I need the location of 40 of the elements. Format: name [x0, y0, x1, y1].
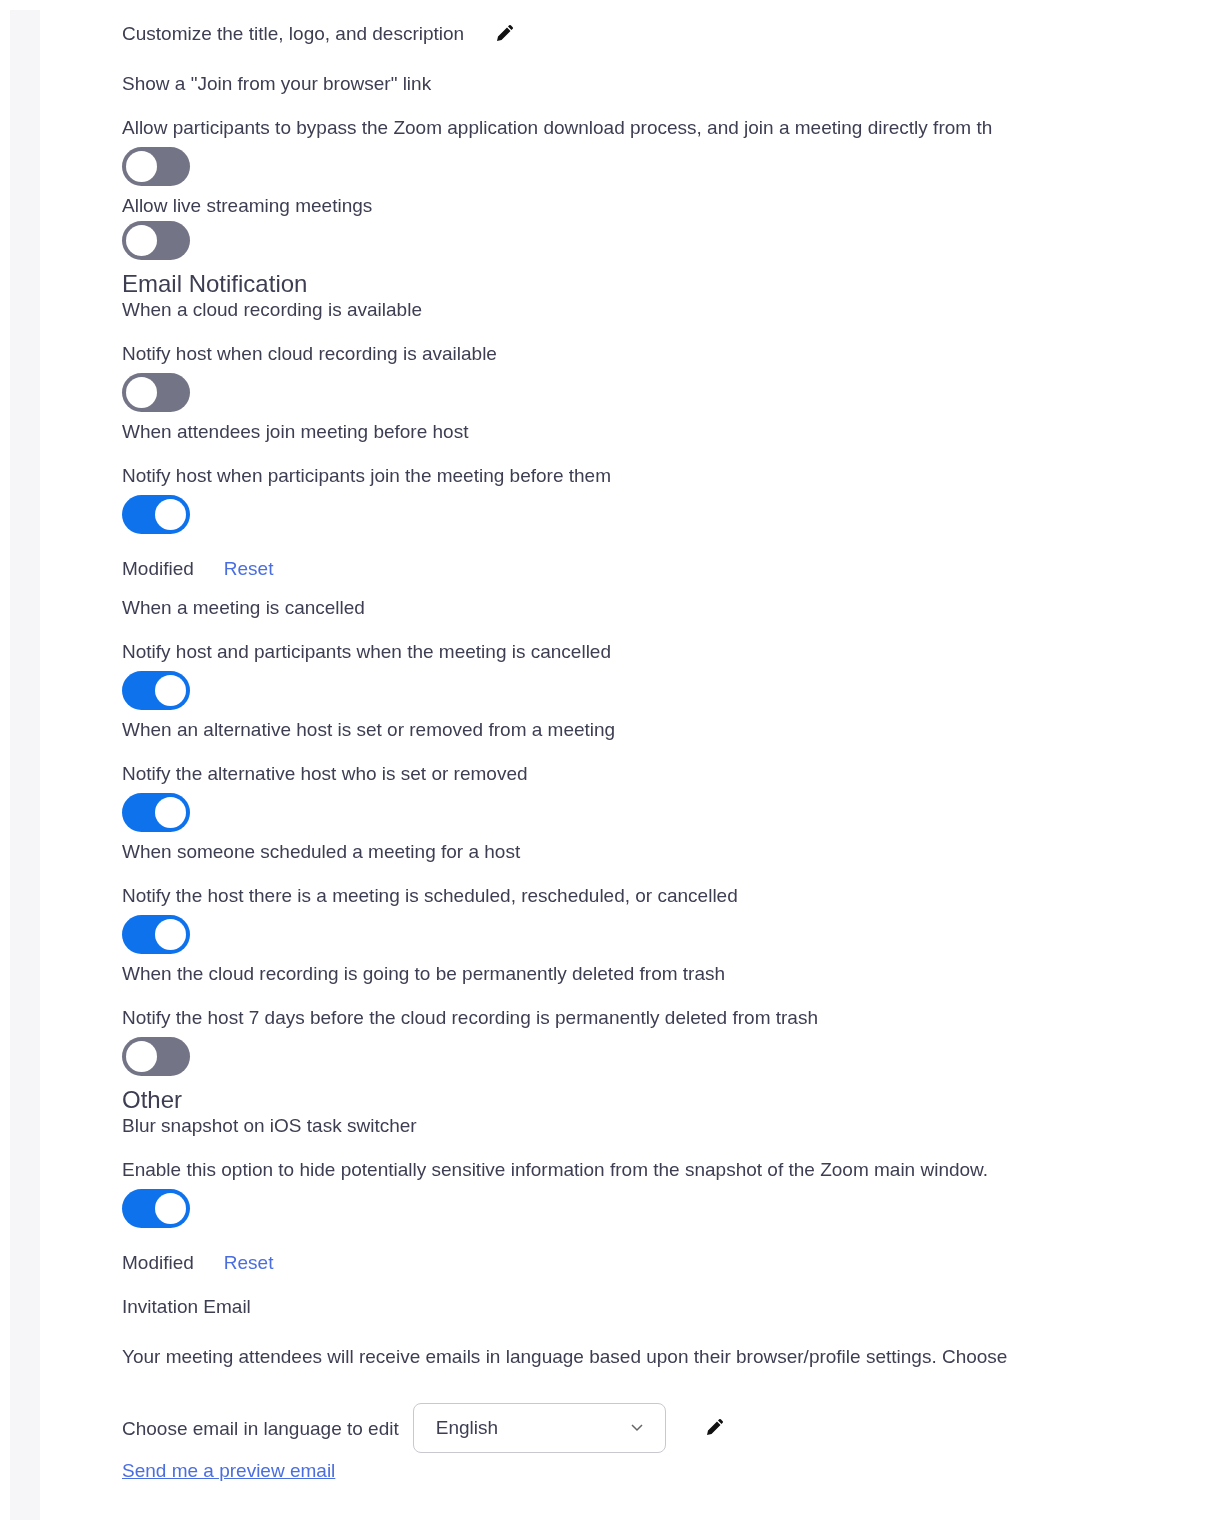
toggle-switch[interactable]: [122, 495, 190, 534]
setting-description: Notify host and participants when the meeting is cancelled: [122, 640, 612, 663]
setting-title: When attendees join meeting before host: [122, 420, 470, 443]
setting-title: When a cloud recording is available: [122, 298, 423, 321]
setting-title: When a meeting is cancelled: [122, 596, 366, 619]
toggle-switch[interactable]: [122, 671, 190, 710]
setting-description: Notify the host 7 days before the cloud recording is permanently deleted from trash: [122, 1006, 819, 1029]
setting-description: Enable this option to hide potentially sensitive information from the snapshot of the Zoom main window.: [122, 1158, 990, 1181]
setting-title: When the cloud recording is going to be permanently deleted from trash: [122, 962, 727, 985]
section-heading: Email Notification: [122, 270, 309, 298]
toggle-switch[interactable]: [122, 915, 190, 954]
setting-title: Allow live streaming meetings: [122, 194, 374, 217]
setting-description: Notify the host there is a meeting is scheduled, rescheduled, or cancelled: [122, 884, 739, 907]
modified-label: Modified: [122, 1251, 194, 1274]
reset-link[interactable]: Reset: [223, 557, 274, 580]
chevron-down-icon: [630, 1424, 643, 1432]
pencil-icon[interactable]: [494, 23, 515, 44]
setting-description: Your meeting attendees will receive emails in language based upon their browser/profile settings. Choose: [122, 1345, 1009, 1368]
setting-title: Blur snapshot on iOS task switcher: [122, 1114, 418, 1137]
setting-title: When an alternative host is set or removed from a meeting: [122, 718, 617, 741]
setting-title: Customize the title, logo, and description: [122, 22, 465, 45]
language-dropdown[interactable]: English: [412, 1403, 666, 1453]
toggle-switch[interactable]: [122, 793, 190, 832]
setting-description: Notify host when cloud recording is available: [122, 342, 498, 365]
setting-description: Notify the alternative host who is set or removed: [122, 762, 529, 785]
section-heading: Other: [122, 1086, 184, 1114]
toggle-switch[interactable]: [122, 221, 190, 260]
preview-email-link[interactable]: Send me a preview email: [122, 1459, 336, 1482]
modified-label: Modified: [122, 557, 194, 580]
toggle-switch[interactable]: [122, 373, 190, 412]
setting-title: Invitation Email: [122, 1295, 252, 1318]
setting-title: When someone scheduled a meeting for a host: [122, 840, 522, 863]
field-label: Choose email in language to edit: [122, 1416, 399, 1440]
setting-description: Allow participants to bypass the Zoom application download process, and join a meeting directly from th: [122, 116, 994, 139]
setting-title: Show a "Join from your browser" link: [122, 72, 433, 95]
toggle-switch[interactable]: [122, 1189, 190, 1228]
setting-description: Notify host when participants join the meeting before them: [122, 464, 612, 487]
toggle-switch[interactable]: [122, 147, 190, 186]
toggle-switch[interactable]: [122, 1037, 190, 1076]
reset-link[interactable]: Reset: [223, 1251, 274, 1274]
